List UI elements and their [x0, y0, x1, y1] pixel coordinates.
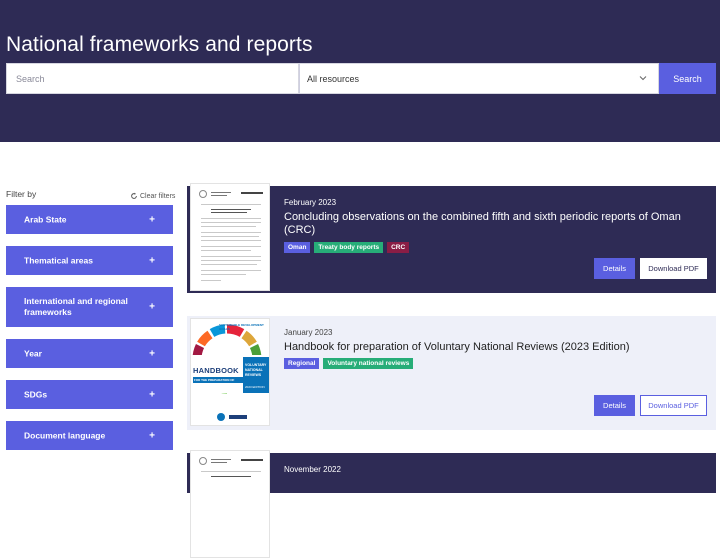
document-thumbnail[interactable] — [190, 450, 270, 558]
search-button[interactable]: Search — [659, 63, 716, 94]
clear-filters-link[interactable]: Clear filters — [130, 192, 175, 200]
un-logo-icon — [217, 413, 225, 421]
result-card: November 2022 — [187, 450, 716, 558]
result-title[interactable]: Concluding observations on the combined … — [284, 211, 709, 237]
filter-year[interactable]: Year + — [6, 339, 173, 368]
plus-icon: + — [149, 389, 155, 400]
plus-icon: + — [149, 214, 155, 225]
result-card: February 2023 Concluding observations on… — [187, 183, 716, 293]
filter-label: SDGs — [24, 389, 48, 399]
details-button[interactable]: Details — [594, 395, 635, 416]
filter-label: Document language — [24, 430, 106, 440]
page-header: National frameworks and reports All reso… — [0, 0, 720, 142]
details-button[interactable]: Details — [594, 258, 635, 279]
result-date: November 2022 — [284, 465, 341, 474]
document-thumbnail[interactable]: SUSTAINABLE DEVELOPMENT GOALS HANDBOOK F… — [190, 318, 270, 426]
filter-thematical-areas[interactable]: Thematical areas + — [6, 246, 173, 275]
plus-icon: + — [149, 348, 155, 359]
page-title: National frameworks and reports — [6, 33, 313, 56]
clear-filters-label: Clear filters — [140, 192, 176, 200]
plus-icon: + — [149, 301, 155, 313]
result-card: SUSTAINABLE DEVELOPMENT GOALS HANDBOOK F… — [187, 316, 716, 430]
result-tags: Oman Treaty body reports CRC — [284, 242, 410, 253]
filter-arab-state[interactable]: Arab State + — [6, 205, 173, 234]
download-pdf-button[interactable]: Download PDF — [640, 258, 707, 279]
tag-region[interactable]: Regional — [284, 358, 320, 369]
tag-category[interactable]: Voluntary national reviews — [323, 358, 414, 369]
result-date: January 2023 — [284, 328, 333, 337]
plus-icon: + — [149, 255, 155, 266]
filter-label: Thematical areas — [24, 255, 93, 265]
download-pdf-button[interactable]: Download PDF — [640, 395, 707, 416]
filter-document-language[interactable]: Document language + — [6, 421, 173, 450]
filter-label: Arab State — [24, 214, 67, 224]
cover-edition: 2023 EDITION — [245, 385, 265, 389]
refresh-icon — [131, 192, 137, 199]
result-title[interactable]: Handbook for preparation of Voluntary Na… — [284, 341, 709, 354]
tag-country[interactable]: Oman — [284, 242, 311, 253]
cover-side-text: VOLUNTARY NATIONAL REVIEWS — [245, 363, 266, 378]
cover-top-text: SUSTAINABLE DEVELOPMENT GOALS — [219, 323, 264, 331]
escwa-logo-icon — [229, 415, 247, 419]
result-tags: Regional Voluntary national reviews — [284, 358, 414, 369]
filter-label: Year — [24, 348, 42, 358]
resource-type-value: All resources — [307, 74, 360, 84]
cover-for-prep: FOR THE PREPARATION OF — [194, 377, 235, 382]
cover-side-line: REVIEWS — [245, 373, 262, 377]
result-date: February 2023 — [284, 198, 337, 207]
plus-icon: + — [149, 430, 155, 441]
chevron-down-icon — [639, 76, 647, 81]
document-thumbnail[interactable] — [190, 183, 270, 291]
search-input[interactable] — [6, 63, 299, 94]
filter-heading: Filter by — [6, 189, 37, 199]
tag-framework[interactable]: CRC — [387, 242, 410, 253]
cover-handbook: HANDBOOK — [193, 366, 239, 375]
filter-label: International and regional frameworks — [24, 296, 128, 317]
filter-frameworks[interactable]: International and regional frameworks + — [6, 287, 173, 327]
tag-category[interactable]: Treaty body reports — [314, 242, 384, 253]
filter-sdgs[interactable]: SDGs + — [6, 380, 173, 409]
resource-type-select[interactable]: All resources — [299, 63, 659, 94]
